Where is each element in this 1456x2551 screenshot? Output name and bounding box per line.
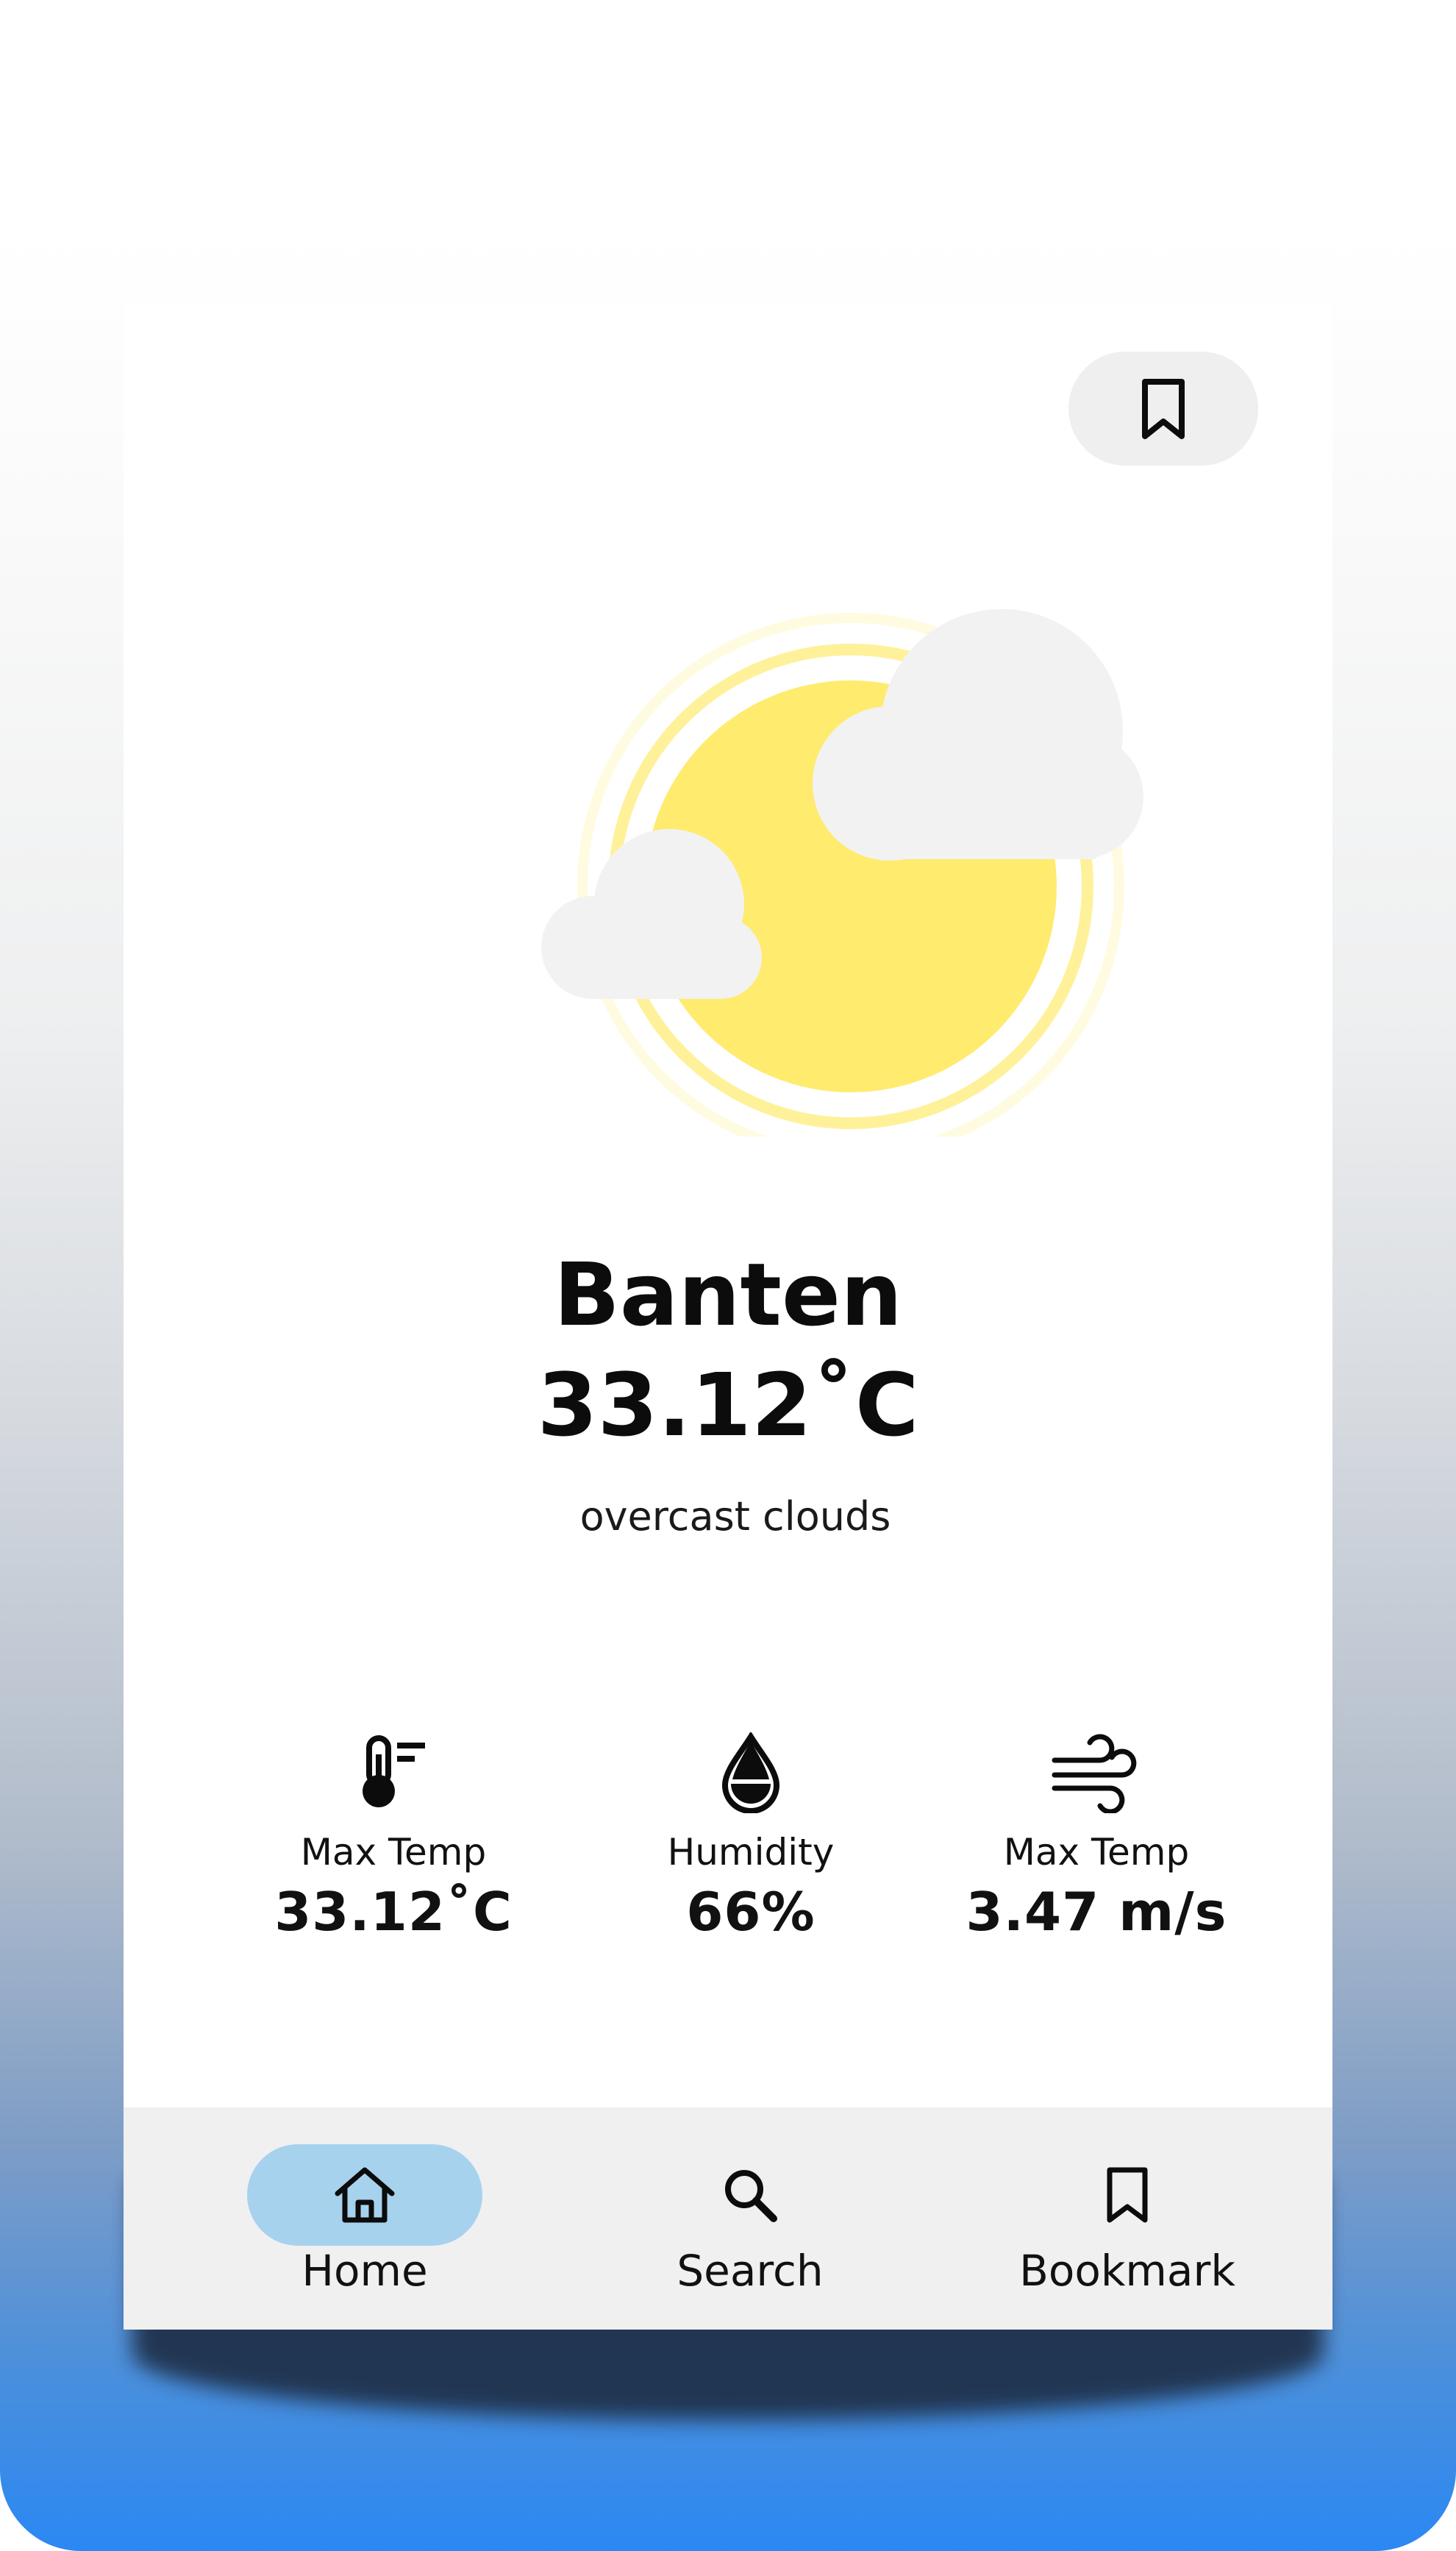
bookmark-icon xyxy=(1107,2167,1148,2223)
stat-humidity: Humidity 66% xyxy=(560,1732,942,1943)
nav-item-bookmark[interactable]: Bookmark xyxy=(988,2144,1267,2296)
current-temperature: 33.12˚C xyxy=(537,1354,919,1456)
stat-value: 3.47 m/s xyxy=(966,1881,1227,1943)
stat-wind: Max Temp 3.47 m/s xyxy=(905,1732,1288,1943)
nav-item-home[interactable]: Home xyxy=(225,2144,504,2296)
location-name: Banten xyxy=(553,1244,903,1345)
bookmark-button[interactable] xyxy=(1068,352,1258,466)
home-icon xyxy=(335,2167,395,2223)
nav-label: Search xyxy=(677,2246,824,2296)
wind-icon xyxy=(1052,1734,1137,1813)
nav-item-search[interactable]: Search xyxy=(610,2144,890,2296)
nav-home-pill[interactable] xyxy=(247,2144,482,2246)
bottom-navigation: Home Search Bookmark xyxy=(124,2107,1332,2330)
nav-search-pill[interactable] xyxy=(632,2144,868,2246)
stat-label: Humidity xyxy=(667,1831,835,1874)
bookmark-icon xyxy=(1142,378,1185,439)
partly-cloudy-sun-illustration xyxy=(541,609,1143,1136)
stat-label: Max Temp xyxy=(1003,1831,1190,1874)
stat-value: 33.12˚C xyxy=(274,1881,513,1943)
stat-max-temp: Max Temp 33.12˚C xyxy=(202,1732,585,1943)
thermometer-icon xyxy=(363,1735,425,1807)
weather-description: overcast clouds xyxy=(579,1493,891,1540)
stat-value: 66% xyxy=(686,1881,816,1943)
stat-label: Max Temp xyxy=(300,1831,487,1874)
nav-label: Home xyxy=(301,2246,428,2296)
search-icon xyxy=(725,2170,777,2222)
nav-label: Bookmark xyxy=(1019,2246,1235,2296)
nav-bookmark-pill[interactable] xyxy=(1010,2144,1245,2246)
weather-card: Banten 33.12˚C overcast clouds Max Temp … xyxy=(124,305,1332,2330)
water-drop-icon xyxy=(721,1732,780,1813)
